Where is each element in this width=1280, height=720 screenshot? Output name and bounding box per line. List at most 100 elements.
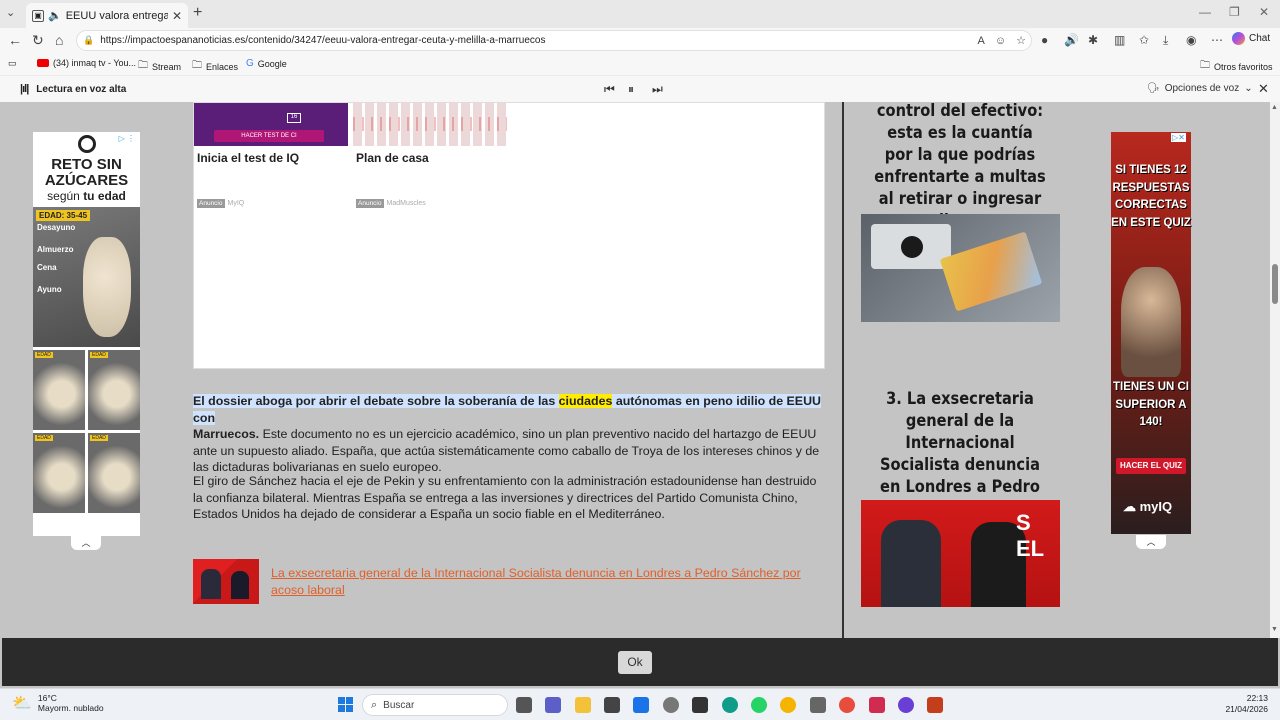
sound-icon[interactable]: 🔊 <box>1064 33 1079 47</box>
previous-paragraph-icon[interactable]: ⏮ <box>604 82 615 97</box>
app-icon[interactable] <box>898 697 914 713</box>
bookmark-youtube[interactable]: (34) inmaq tv - You... <box>37 58 136 68</box>
window-close-icon[interactable]: ✕ <box>1259 5 1269 19</box>
chrome-icon[interactable] <box>780 697 796 713</box>
whatsapp-icon[interactable] <box>751 697 767 713</box>
address-bar[interactable]: 🔒 https://impactoespananoticias.es/conte… <box>76 30 1032 51</box>
extensions-icon[interactable]: ☺ <box>995 35 1006 47</box>
chrome-profile-icon[interactable] <box>839 697 855 713</box>
teams-icon[interactable] <box>545 697 561 713</box>
audio-playing-icon[interactable]: 🔈 <box>48 9 62 22</box>
iq-test-ad-image[interactable]: 16 HACER TEST DE CI <box>194 103 348 146</box>
folder-icon: 🗀 <box>138 60 148 71</box>
app-icon[interactable] <box>810 697 826 713</box>
audio-wave-icon: |ıl| <box>20 83 29 95</box>
taskbar-search[interactable]: ⌕ Buscar <box>362 694 508 716</box>
bookmark-stream[interactable]: 🗀 Stream <box>138 58 181 75</box>
related-article-thumbnail[interactable] <box>193 559 259 604</box>
tab-close-icon[interactable]: ✕ <box>172 9 182 23</box>
active-tab[interactable]: ▣ 🔈 EEUU valora entregar Ceuta y ✕ <box>26 3 188 28</box>
minimize-icon[interactable]: — <box>1199 5 1211 19</box>
profile-avatar-icon[interactable]: ◉ <box>1186 33 1196 47</box>
ad-choices-icon[interactable]: ▷ ⋮ <box>119 134 135 143</box>
sidebar-article-title[interactable]: control del efectivo: esta es la cuantía… <box>874 102 1046 232</box>
pause-icon[interactable]: ⏸ <box>628 82 634 97</box>
iq-test-button[interactable]: HACER TEST DE CI <box>214 130 324 142</box>
ad-thumbnail-grid: EDAD EDAD EDAD EDAD <box>33 350 140 513</box>
sanchez-photo-image[interactable]: S EL <box>861 500 1060 607</box>
chat-label: Chat <box>1249 33 1271 44</box>
start-button-icon[interactable] <box>338 697 353 712</box>
refresh-icon[interactable]: ↻ <box>32 32 44 49</box>
left-ad-banner[interactable]: ▷ ⋮ RETO SIN AZÚCARES según tu edad EDAD… <box>33 132 140 536</box>
folder-icon: 🗀 <box>1200 60 1210 71</box>
split-screen-icon[interactable]: ▥ <box>1114 33 1125 47</box>
favorites-icon[interactable]: ✩ <box>1139 33 1149 47</box>
scroll-up-icon[interactable]: ▲ <box>1271 104 1278 111</box>
site-favicon-icon: ▣ <box>32 9 44 22</box>
article-column: 16 HACER TEST DE CI Inicia el test de IQ… <box>193 102 825 638</box>
ad-choices-icon[interactable]: ▷✕ <box>1171 133 1186 142</box>
back-icon[interactable]: ← <box>8 32 22 48</box>
read-aloud-icon[interactable]: A <box>978 35 985 47</box>
quiz-button[interactable]: HACER EL QUIZ <box>1116 458 1186 474</box>
more-menu-icon[interactable]: ⋯ <box>1211 33 1223 47</box>
vpn-icon[interactable]: ● <box>1041 33 1048 47</box>
bookmark-enlaces[interactable]: 🗀 Enlaces <box>192 58 238 75</box>
related-article-link[interactable]: La exsecretaria general de la Internacio… <box>271 565 811 598</box>
tab-actions-menu-icon[interactable]: ⌄ <box>6 6 15 19</box>
ad-card-title[interactable]: Inicia el test de IQ <box>197 151 299 165</box>
home-icon[interactable]: ⌂ <box>55 32 63 48</box>
voice-options-button[interactable]: 🗣 Opciones de voz ⌄ <box>1147 83 1253 94</box>
reading-list-icon[interactable]: ▭ <box>8 58 17 69</box>
atm-cash-image[interactable] <box>861 214 1060 322</box>
right-ad-banner[interactable]: ▷✕ SI TIENES 12 RESPUESTAS CORRECTAS EN … <box>1111 132 1191 534</box>
url-text[interactable]: https://impactoespananoticias.es/conteni… <box>100 35 972 46</box>
bookmark-google[interactable]: G Google <box>246 58 287 69</box>
search-icon: ⌕ <box>371 698 378 711</box>
site-info-icon[interactable]: 🔒 <box>83 35 94 46</box>
scroll-thumb[interactable] <box>1272 264 1278 304</box>
sponsored-cards-box: 16 HACER TEST DE CI Inicia el test de IQ… <box>193 102 825 369</box>
other-favorites[interactable]: 🗀 Otros favoritos <box>1200 58 1273 75</box>
home-plan-ad-image[interactable] <box>353 103 507 146</box>
app-icon[interactable] <box>869 697 885 713</box>
ad-subtitle: según tu edad <box>47 189 126 203</box>
weather-widget[interactable]: ⛅ 16°C Mayorm. nublado <box>12 693 104 713</box>
sidebar-divider <box>842 102 844 638</box>
powerpoint-icon[interactable] <box>927 697 943 713</box>
copilot-chat-button[interactable]: Chat <box>1232 32 1270 45</box>
file-explorer-icon[interactable] <box>575 697 591 713</box>
web-page: ▷ ⋮ RETO SIN AZÚCARES según tu edad EDAD… <box>0 102 1270 638</box>
voice-icon: 🗣 <box>1147 83 1160 94</box>
system-clock[interactable]: 22:13 21/04/2026 <box>1222 693 1268 715</box>
ad-text: TIENES UN CI SUPERIOR A 140! <box>1112 381 1190 428</box>
scroll-down-icon[interactable]: ▼ <box>1271 626 1278 633</box>
collapse-left-ad-icon[interactable]: ︿ <box>71 536 101 550</box>
ad-card-source: Anuncio MyIQ <box>197 199 245 208</box>
favorite-star-icon[interactable]: ☆ <box>1016 34 1026 47</box>
task-view-icon[interactable] <box>516 697 532 713</box>
meal-label: Almuerzo <box>37 245 74 254</box>
downloads-icon[interactable]: ⤓ <box>1163 33 1168 48</box>
app-icon[interactable] <box>692 697 708 713</box>
next-paragraph-icon[interactable]: ⏭ <box>652 82 663 97</box>
ad-thumbnail: EDAD <box>33 433 85 513</box>
ad-card-title[interactable]: Plan de casa <box>356 151 429 165</box>
related-article[interactable]: La exsecretaria general de la Internacio… <box>193 559 825 605</box>
edge-icon[interactable] <box>722 697 738 713</box>
close-read-aloud-icon[interactable]: ✕ <box>1258 81 1269 97</box>
ad-main-image: EDAD: 35-45 Desayuno Almuerzo Cena Ayuno <box>33 207 140 347</box>
collapse-right-ad-icon[interactable]: ︿ <box>1136 535 1166 549</box>
puzzle-icon[interactable]: ✱ <box>1088 33 1098 47</box>
settings-icon[interactable] <box>663 697 679 713</box>
page-scrollbar[interactable]: ▲ ▼ <box>1270 102 1280 638</box>
read-aloud-toolbar: |ıl| Lectura en voz alta ⏮ ⏸ ⏭ 🗣 Opciones… <box>0 75 1280 102</box>
mail-icon[interactable] <box>633 697 649 713</box>
candle-statue-image <box>83 237 131 337</box>
meal-label: Ayuno <box>37 285 62 294</box>
new-tab-icon[interactable]: + <box>193 4 202 22</box>
restore-icon[interactable]: ❐ <box>1229 5 1240 19</box>
cookie-ok-button[interactable]: Ok <box>618 651 652 674</box>
store-icon[interactable] <box>604 697 620 713</box>
